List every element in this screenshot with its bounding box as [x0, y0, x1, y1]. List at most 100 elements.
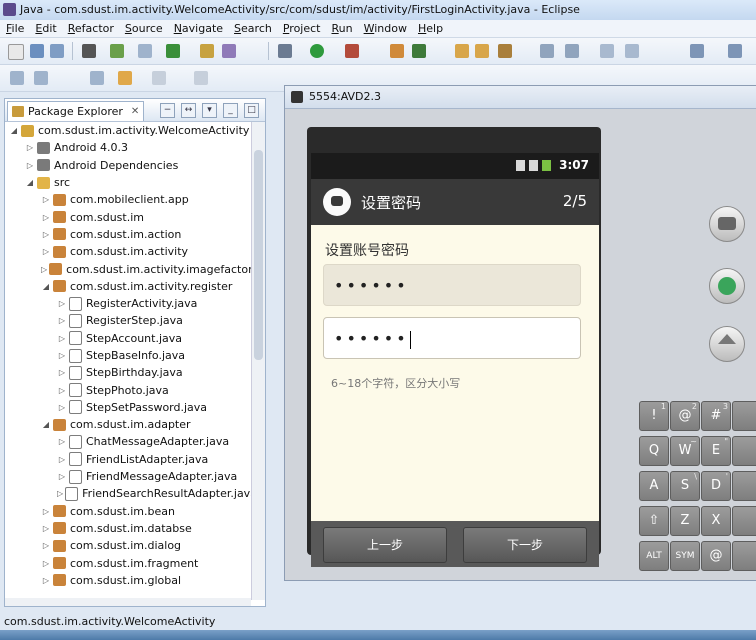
tab-package-explorer[interactable]: Package Explorer ✕ [7, 101, 145, 121]
collapsed-twisty-icon[interactable]: ▷ [41, 559, 51, 568]
new-icon[interactable] [8, 44, 24, 60]
toggle-mark-icon[interactable] [540, 44, 554, 58]
tree-item[interactable]: ▷ FriendListAdapter.java [5, 451, 251, 468]
keyboard-key[interactable]: @ [701, 541, 731, 571]
menu-edit[interactable]: Edit [29, 20, 61, 35]
run-icon[interactable] [310, 44, 324, 58]
save-icon[interactable] [30, 44, 44, 58]
expanded-twisty-icon[interactable]: ◢ [9, 126, 19, 135]
menu-window[interactable]: Window [358, 20, 412, 35]
perspective-icon[interactable] [10, 71, 24, 85]
camera-button[interactable] [709, 206, 745, 242]
keyboard-key[interactable]: X [701, 506, 731, 536]
tree-item[interactable]: ▷ FriendSearchResultAdapter.java [5, 485, 251, 502]
collapsed-twisty-icon[interactable]: ▷ [41, 230, 51, 239]
next-step-button[interactable]: 下一步 [463, 527, 587, 563]
tree-item[interactable]: ▷ com.sdust.im.databse [5, 520, 251, 537]
collapsed-twisty-icon[interactable]: ▷ [57, 455, 67, 464]
tree-item[interactable]: ▷ com.sdust.im.action [5, 226, 251, 243]
keyboard-key[interactable]: A [639, 471, 669, 501]
tree-item[interactable]: ▷ RegisterStep.java [5, 312, 251, 329]
search-icon[interactable] [222, 44, 236, 58]
collapsed-twisty-icon[interactable]: ▷ [57, 368, 67, 377]
tree-item[interactable]: ▷ StepBaseInfo.java [5, 347, 251, 364]
keyboard-key[interactable]: Z [670, 506, 700, 536]
collapsed-twisty-icon[interactable]: ▷ [41, 576, 51, 585]
keyboard-key[interactable]: W ~ [670, 436, 700, 466]
tree-item[interactable]: ◢ com.sdust.im.adapter [5, 416, 251, 433]
menu-search[interactable]: Search [228, 20, 277, 35]
home-button[interactable] [709, 326, 745, 362]
debug-icon[interactable] [278, 44, 292, 58]
vertical-scrollbar[interactable] [251, 122, 265, 600]
maximize-icon[interactable]: □ [244, 103, 259, 118]
tree-item[interactable]: ▷ FriendMessageAdapter.java [5, 468, 251, 485]
lint-icon[interactable] [138, 44, 152, 58]
tree-item[interactable]: ▷ com.sdust.im.fragment [5, 554, 251, 571]
menu-help[interactable]: Help [412, 20, 448, 35]
collapsed-twisty-icon[interactable]: ▷ [57, 299, 67, 308]
keyboard-key[interactable] [732, 541, 756, 571]
collapsed-twisty-icon[interactable]: ▷ [57, 472, 67, 481]
keyboard-key[interactable] [732, 401, 756, 431]
new-class-icon[interactable] [390, 44, 404, 58]
menu-run[interactable]: Run [326, 20, 358, 35]
tree-item[interactable]: ▷ com.sdust.im.global [5, 572, 251, 589]
horizontal-scrollbar[interactable] [5, 598, 251, 606]
menu-file[interactable]: File [0, 20, 29, 35]
link-editor-icon[interactable]: ↔ [181, 103, 196, 118]
close-icon[interactable]: ✕ [131, 106, 139, 117]
tree-item[interactable]: ▷ StepSetPassword.java [5, 399, 251, 416]
keyboard-key[interactable] [732, 436, 756, 466]
collapse-all-icon[interactable]: − [160, 103, 175, 118]
keyboard-key[interactable]: @2 [670, 401, 700, 431]
call-button[interactable] [709, 268, 745, 304]
forward-icon[interactable] [152, 71, 166, 85]
block-selection-icon[interactable] [600, 44, 614, 58]
collapsed-twisty-icon[interactable]: ▷ [57, 316, 67, 325]
menu-refactor[interactable]: Refactor [62, 20, 119, 35]
collapsed-twisty-icon[interactable]: ▷ [25, 143, 35, 152]
tree-item[interactable]: ▷ com.sdust.im.activity.imagefactor [5, 260, 251, 277]
tree-item[interactable]: ▷ StepPhoto.java [5, 381, 251, 398]
view-menu-icon[interactable]: ▾ [202, 103, 217, 118]
tree-item[interactable]: ▷ com.sdust.im.bean [5, 503, 251, 520]
tree-item[interactable]: ◢ com.sdust.im.activity.WelcomeActivity [5, 122, 251, 139]
collapsed-twisty-icon[interactable]: ▷ [57, 437, 67, 446]
tree-item[interactable]: ▷ com.sdust.im.activity [5, 243, 251, 260]
new-android-project-icon[interactable] [166, 44, 180, 58]
tree-item[interactable]: ◢ com.sdust.im.activity.register [5, 278, 251, 295]
collapsed-twisty-icon[interactable]: ▷ [57, 351, 67, 360]
collapsed-twisty-icon[interactable]: ▷ [41, 541, 51, 550]
collapsed-twisty-icon[interactable]: ▷ [57, 403, 67, 412]
expanded-twisty-icon[interactable]: ◢ [41, 282, 51, 291]
collapsed-twisty-icon[interactable]: ▷ [41, 524, 51, 533]
collapsed-twisty-icon[interactable]: ▷ [41, 213, 51, 222]
last-edit-icon[interactable] [34, 71, 48, 85]
keyboard-key[interactable]: ⇧ [639, 506, 669, 536]
collapsed-twisty-icon[interactable]: ▷ [41, 265, 47, 274]
collapsed-twisty-icon[interactable]: ▷ [41, 507, 51, 516]
keyboard-key[interactable]: S \ [670, 471, 700, 501]
print-icon[interactable] [50, 44, 64, 58]
keyboard-key[interactable]: Q [639, 436, 669, 466]
open-perspective-icon[interactable] [194, 71, 208, 85]
new-package-icon[interactable] [412, 44, 426, 58]
menu-source[interactable]: Source [119, 20, 168, 35]
keyboard-key[interactable]: ALT [639, 541, 669, 571]
tree-item[interactable]: ▷ StepBirthday.java [5, 364, 251, 381]
keyboard-key[interactable]: D ' [701, 471, 731, 501]
minimize-icon[interactable]: _ [223, 103, 238, 118]
collapsed-twisty-icon[interactable]: ▷ [57, 489, 63, 498]
pen-icon[interactable] [498, 44, 512, 58]
keyboard-key[interactable]: E " [701, 436, 731, 466]
android-sdk-icon[interactable] [82, 44, 96, 58]
tree-item[interactable]: ▷ RegisterActivity.java [5, 295, 251, 312]
confirm-password-field[interactable]: •••••• [323, 317, 581, 359]
keyboard-key[interactable]: SYM [670, 541, 700, 571]
open-type-icon[interactable] [200, 44, 214, 58]
collapsed-twisty-icon[interactable]: ▷ [25, 161, 35, 170]
prev-annotation-icon[interactable] [728, 44, 742, 58]
tree-item[interactable]: ▷ Android 4.0.3 [5, 139, 251, 156]
tree-item[interactable]: ◢ src [5, 174, 251, 191]
